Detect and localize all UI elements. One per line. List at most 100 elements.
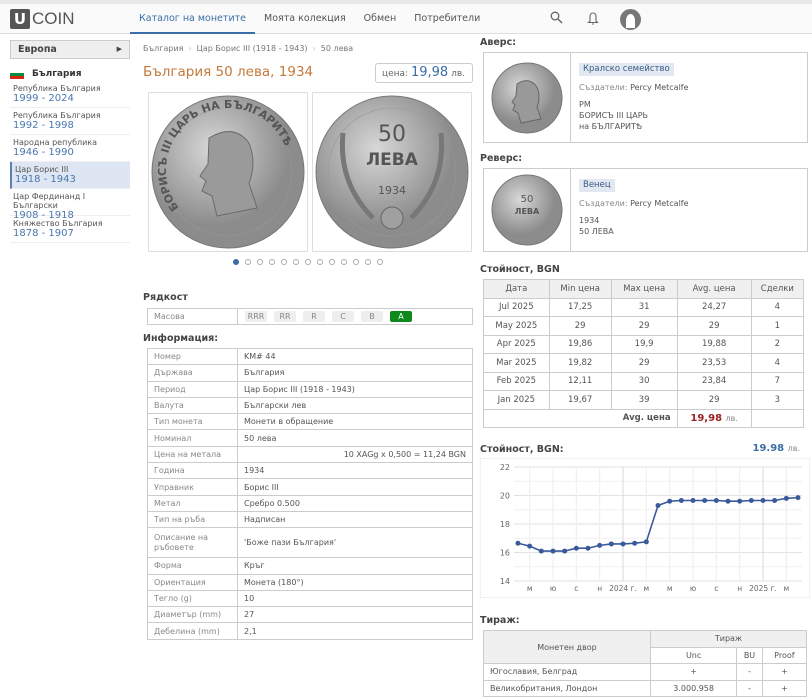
reverse-tag[interactable]: Венец bbox=[579, 179, 615, 192]
breadcrumb-period[interactable]: Цар Борис III (1918 - 1943) bbox=[197, 44, 308, 53]
data-point[interactable] bbox=[795, 495, 801, 501]
price-cell: 23,84 bbox=[676, 371, 752, 391]
gallery-dot[interactable] bbox=[269, 259, 275, 265]
gallery-dot[interactable] bbox=[233, 259, 239, 265]
data-point[interactable] bbox=[667, 498, 673, 504]
price-cell: 24,27 bbox=[676, 297, 752, 317]
period-name: Република България bbox=[13, 84, 101, 93]
data-point[interactable] bbox=[597, 542, 603, 548]
info-row: Номинал 50 лева bbox=[147, 429, 473, 447]
sidebar-period-item[interactable]: Княжество България 1878 - 1907 bbox=[10, 216, 130, 243]
data-point[interactable] bbox=[702, 497, 708, 503]
data-point[interactable] bbox=[783, 495, 789, 501]
mintage-table: Монетен двор Тираж Unc BU Proof Югославия, … bbox=[483, 630, 808, 697]
info-row: Цена на метала 10 XAGg x 0,500 = 11,24 BG… bbox=[147, 445, 473, 464]
data-point[interactable] bbox=[538, 548, 544, 554]
nav-exchange[interactable]: Обмен bbox=[355, 4, 406, 34]
price-cell: 19,9 bbox=[610, 334, 678, 354]
data-point[interactable] bbox=[620, 541, 626, 547]
data-point[interactable] bbox=[515, 540, 521, 546]
country-header[interactable]: България bbox=[10, 67, 130, 81]
region-select[interactable]: Европа ▶ bbox=[10, 40, 130, 59]
data-point[interactable] bbox=[737, 498, 743, 504]
creators-label: Създатели: bbox=[579, 199, 628, 208]
sidebar-period-item[interactable]: Република България 1992 - 1998 bbox=[10, 108, 130, 135]
reverse-image[interactable]: 50 ЛЕВА 1934 bbox=[312, 92, 472, 252]
obverse-tag[interactable]: Кралско семейство bbox=[579, 63, 674, 76]
nav-my-collection[interactable]: Моята колекция bbox=[255, 4, 355, 34]
data-point[interactable] bbox=[655, 502, 661, 508]
x-tick-label: н bbox=[737, 584, 742, 593]
data-point[interactable] bbox=[527, 543, 533, 549]
gallery-dot[interactable] bbox=[329, 259, 335, 265]
data-point[interactable] bbox=[725, 498, 731, 504]
data-point[interactable] bbox=[678, 497, 684, 503]
sidebar-period-item[interactable]: Народна република 1946 - 1990 bbox=[10, 135, 130, 162]
data-point[interactable] bbox=[772, 497, 778, 503]
x-tick-label: ю bbox=[550, 584, 556, 593]
rarity-level: RR bbox=[274, 311, 296, 322]
gallery-dot[interactable] bbox=[353, 259, 359, 265]
avatar[interactable] bbox=[620, 9, 641, 30]
data-point[interactable] bbox=[748, 497, 754, 503]
sidebar-period-item[interactable]: Цар Фердинанд I Български 1908 - 1918 bbox=[10, 189, 130, 221]
data-point[interactable] bbox=[573, 545, 579, 551]
obverse-thumbnail[interactable] bbox=[484, 53, 571, 142]
data-point[interactable] bbox=[562, 548, 568, 554]
period-years: 1992 - 1998 bbox=[13, 120, 74, 131]
obverse-image[interactable]: БОРИСЪ III ЦАРЬ НА БЪЛГАРИТѢ bbox=[148, 92, 308, 252]
gallery-dot[interactable] bbox=[281, 259, 287, 265]
data-point[interactable] bbox=[760, 497, 766, 503]
search-icon[interactable] bbox=[548, 11, 564, 27]
gallery-dot[interactable] bbox=[365, 259, 371, 265]
reverse-card: 50 ЛЕВА Венец Създатели: Percy Metcalfe 19… bbox=[483, 168, 808, 252]
data-point[interactable] bbox=[608, 541, 614, 547]
chart-current-value: 19.98 лв. bbox=[740, 443, 801, 454]
data-point[interactable] bbox=[643, 539, 649, 545]
gallery-dot[interactable] bbox=[293, 259, 299, 265]
page-title: България 50 лева, 1934 bbox=[143, 64, 314, 80]
gallery-dot[interactable] bbox=[245, 259, 251, 265]
gallery-dot[interactable] bbox=[341, 259, 347, 265]
data-point[interactable] bbox=[690, 497, 696, 503]
breadcrumb-country[interactable]: България bbox=[143, 44, 183, 53]
price-cell: Apr 2025 bbox=[483, 334, 550, 354]
logo-mark: U bbox=[10, 9, 30, 29]
data-point[interactable] bbox=[550, 548, 556, 554]
nav-catalog[interactable]: Каталог на монетите bbox=[130, 4, 255, 34]
bell-icon[interactable] bbox=[585, 11, 601, 27]
gallery-dot[interactable] bbox=[317, 259, 323, 265]
price-col-header: Max цена bbox=[610, 279, 678, 299]
price-cell: 7 bbox=[750, 371, 805, 391]
gallery-dot[interactable] bbox=[305, 259, 311, 265]
obverse-title: Аверс: bbox=[480, 37, 517, 48]
data-point[interactable] bbox=[713, 497, 719, 503]
logo[interactable]: U COIN bbox=[10, 9, 75, 29]
price-cell: 19,82 bbox=[548, 353, 612, 373]
gallery-dot[interactable] bbox=[377, 259, 383, 265]
main-nav: Каталог на монетите Моята колекция Обмен… bbox=[130, 4, 489, 34]
gallery-dot[interactable] bbox=[257, 259, 263, 265]
creators-name[interactable]: Percy Metcalfe bbox=[630, 199, 688, 208]
info-row: Управник Борис III bbox=[147, 478, 473, 496]
price-cell: 31 bbox=[610, 297, 678, 317]
data-point[interactable] bbox=[585, 545, 591, 551]
x-tick-label: м bbox=[667, 584, 673, 593]
obverse-card: Кралско семейство Създатели: Percy Metcal… bbox=[483, 52, 808, 143]
info-title: Информация: bbox=[143, 333, 219, 344]
sidebar-period-item[interactable]: Цар Борис III 1918 - 1943 bbox=[10, 162, 130, 189]
breadcrumb: България › Цар Борис III (1918 - 1943) › 50 … bbox=[143, 44, 354, 53]
info-value: 27 bbox=[237, 606, 473, 624]
info-value: Надписан bbox=[237, 510, 473, 529]
period-name: Народна република bbox=[13, 138, 98, 147]
price-cell: 29 bbox=[676, 390, 752, 410]
reverse-line: 1934 bbox=[579, 216, 600, 225]
creators-name[interactable]: Percy Metcalfe bbox=[630, 83, 688, 92]
reverse-thumbnail[interactable]: 50 ЛЕВА bbox=[484, 169, 571, 251]
sidebar-period-item[interactable]: Република България 1999 - 2024 bbox=[10, 81, 130, 108]
x-tick-label: м bbox=[643, 584, 649, 593]
data-point[interactable] bbox=[632, 540, 638, 546]
nav-users[interactable]: Потребители bbox=[405, 4, 489, 34]
price-cell: 2 bbox=[750, 334, 805, 354]
obverse-line: PM bbox=[579, 100, 591, 109]
